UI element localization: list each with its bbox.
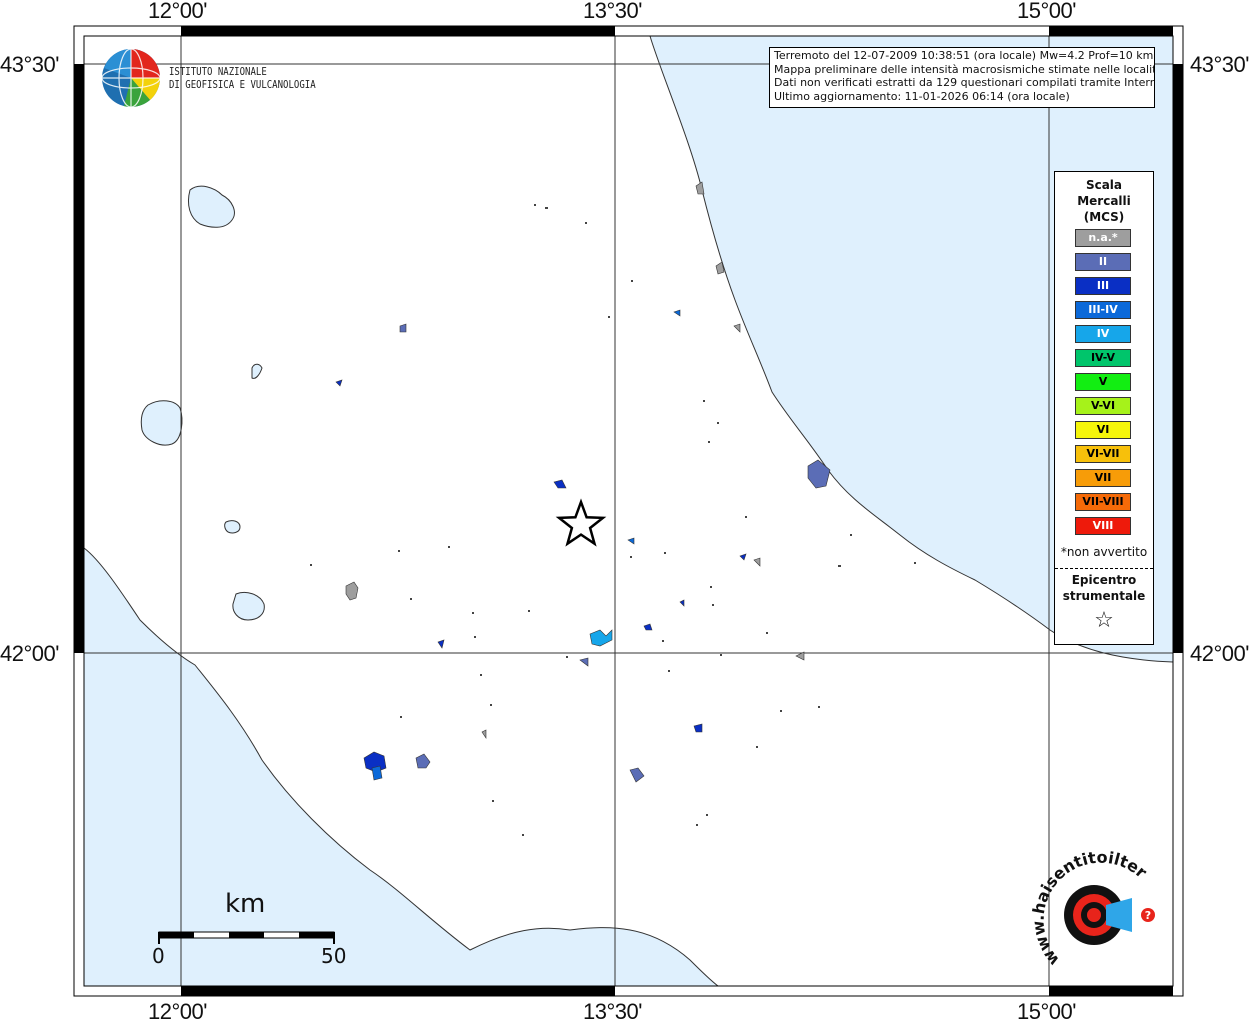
coord-left-4330: 43°30' (0, 52, 59, 77)
legend-title-line: Mercalli (1077, 194, 1131, 208)
coord-left-42: 42°00' (0, 641, 59, 666)
legend-epicenter-label: Epicentro strumentale (1055, 572, 1153, 604)
legend-item: VIII (1075, 517, 1131, 535)
legend-epicenter-line: strumentale (1062, 589, 1146, 603)
earthquake-info-box: Terremoto del 12-07-2009 10:38:51 (ora l… (769, 47, 1155, 108)
legend-item: VII-VIII (1075, 493, 1131, 511)
legend-item: VI (1075, 421, 1131, 439)
legend-item: II (1075, 253, 1131, 271)
legend-separator (1055, 568, 1153, 569)
legend-items: n.a.* II III III-IV IV IV-V V V-VI VI VI-VII VII VI… (1075, 229, 1131, 541)
legend-item: VII (1075, 469, 1131, 487)
coord-top-1330: 13°30' (583, 0, 642, 23)
coord-bottom-15: 15°00' (1017, 999, 1076, 1024)
coord-right-42: 42°00' (1190, 641, 1249, 666)
ingv-logo-globe (101, 48, 161, 108)
legend-item: IV-V (1075, 349, 1131, 367)
ingv-logo-text: ISTITUTO NAZIONALE DI GEOFISICA E VULCAN… (169, 65, 316, 91)
coord-bottom-1330: 13°30' (583, 999, 642, 1024)
legend-title-line: Scala (1085, 178, 1123, 192)
coord-top-15: 15°00' (1017, 0, 1076, 23)
coord-bottom-12: 12°00' (148, 999, 207, 1024)
lake-vico (224, 520, 241, 534)
lake-bolsena (140, 400, 183, 446)
coord-right-4330: 43°30' (1190, 52, 1249, 77)
legend-item: V (1075, 373, 1131, 391)
scalebar-max-label: 50 (321, 944, 347, 968)
svg-text:?: ? (1145, 909, 1151, 922)
scalebar-min-label: 0 (152, 944, 165, 968)
legend-title-line: (MCS) (1083, 210, 1125, 224)
info-line: Mappa preliminare delle intensità macros… (774, 62, 1155, 76)
scalebar-title: km (225, 889, 266, 919)
info-line: Terremoto del 12-07-2009 10:38:51 (ora l… (774, 49, 1154, 62)
legend-epicenter-line: Epicentro (1071, 573, 1137, 587)
legend-star-icon: ☆ (1094, 608, 1114, 633)
ingv-logo-line2: DI GEOFISICA E VULCANOLOGIA (169, 78, 316, 91)
info-line: Ultimo aggiornamento: 11-01-2026 06:14 (… (774, 89, 1070, 103)
legend-item: III (1075, 277, 1131, 295)
legend-item: V-VI (1075, 397, 1131, 415)
legend-item: III-IV (1075, 301, 1131, 319)
municipality-polygon (371, 765, 383, 781)
legend-item: n.a.* (1075, 229, 1131, 247)
legend-item: VI-VII (1075, 445, 1131, 463)
ingv-logo-line1: ISTITUTO NAZIONALE (169, 65, 267, 78)
coord-top-12: 12°00' (148, 0, 207, 23)
legend-note: *non avvertito (1060, 545, 1148, 559)
legend-title: Scala Mercalli (MCS) (1055, 177, 1153, 225)
legend-item: IV (1075, 325, 1131, 343)
mcs-legend: Scala Mercalli (MCS) n.a.* II III III-IV IV I… (1054, 171, 1154, 645)
info-line: Dati non verificati estratti da 129 ques… (774, 76, 1155, 90)
